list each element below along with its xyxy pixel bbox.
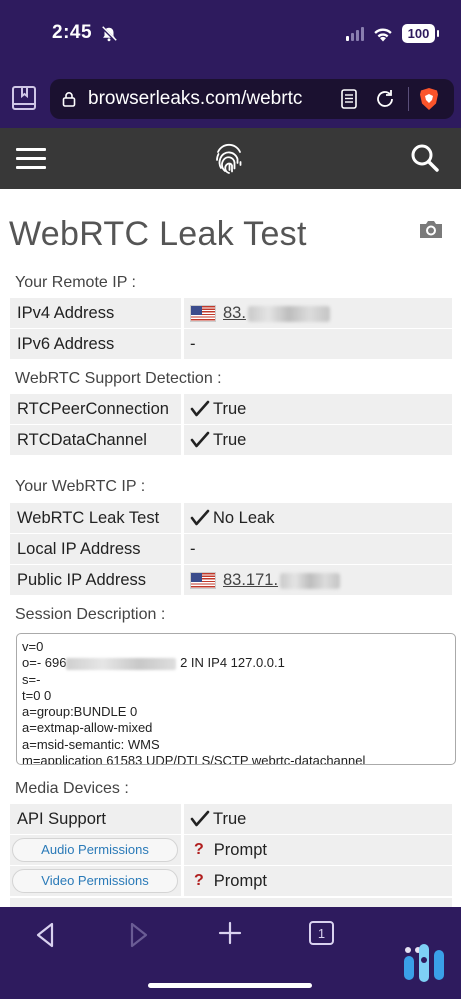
address-bar[interactable]: browserleaks.com/webrtc: [50, 79, 454, 119]
tabs-count-button[interactable]: 1: [309, 921, 334, 945]
section-media-devices: Media Devices :: [15, 780, 129, 797]
us-flag-icon: [190, 571, 216, 589]
row-value: 83.: [184, 298, 452, 328]
row-label: RTCDataChannel: [17, 431, 147, 449]
check-icon: [190, 431, 210, 448]
back-icon[interactable]: [32, 921, 60, 949]
row-label: Local IP Address: [17, 540, 141, 558]
question-mark-icon: ?: [194, 872, 204, 889]
brave-shield-icon[interactable]: [416, 86, 442, 112]
check-icon: [190, 509, 210, 526]
sdp-line: o=- 696 2 IN IP4 127.0.0.1: [22, 655, 285, 671]
check-icon: [190, 400, 210, 417]
row-label: API Support: [17, 810, 106, 828]
row-label: RTCPeerConnection: [17, 400, 169, 418]
row-label: WebRTC Leak Test: [17, 509, 160, 527]
row-label: IPv4 Address: [17, 304, 115, 322]
row-value: ? Prompt: [184, 866, 452, 896]
check-icon: [190, 810, 210, 827]
video-permissions-button[interactable]: Video Permissions: [12, 869, 178, 893]
menu-icon[interactable]: [16, 148, 46, 170]
forward-icon[interactable]: [124, 921, 152, 949]
sdp-line: s=-: [22, 671, 41, 687]
section-remote-ip: Your Remote IP :: [15, 274, 136, 291]
us-flag-icon: [190, 304, 216, 322]
row-value: 83.171.: [184, 565, 452, 595]
audio-permissions-button[interactable]: Audio Permissions: [12, 838, 178, 862]
row-label: Public IP Address: [17, 571, 147, 589]
row-value: ? Prompt: [184, 835, 452, 865]
row-value: True: [184, 804, 452, 834]
row-value: -: [190, 335, 196, 353]
table-row-local-ip: Local IP Address -: [10, 534, 452, 564]
sdp-line: v=0: [22, 639, 44, 654]
status-right-group: 100: [346, 24, 439, 43]
bell-muted-icon: [101, 26, 117, 42]
sdp-line: a=msid-semantic: WMS: [22, 736, 160, 752]
row-value: True: [184, 394, 452, 424]
section-webrtc-support: WebRTC Support Detection :: [15, 370, 222, 387]
sdp-line: a=group:BUNDLE 0: [22, 704, 138, 720]
url-text[interactable]: browserleaks.com/webrtc: [88, 88, 302, 110]
table-row-ipv4: IPv4 Address 83.: [10, 298, 452, 328]
cellular-signal-icon: [346, 26, 364, 41]
section-webrtc-ip: Your WebRTC IP :: [15, 478, 146, 495]
table-row-api-support: API Support True: [10, 804, 452, 834]
page-title: WebRTC Leak Test: [9, 215, 307, 253]
camera-icon[interactable]: [418, 218, 444, 240]
table-row-public-ip: Public IP Address 83.171.: [10, 565, 452, 595]
section-session-description: Session Description :: [15, 606, 166, 623]
table-row-leak-test: WebRTC Leak Test No Leak: [10, 503, 452, 533]
lock-icon: [62, 92, 76, 107]
row-label-cell: Video Permissions: [10, 866, 181, 896]
search-icon[interactable]: [409, 142, 441, 174]
home-indicator[interactable]: [148, 983, 312, 988]
reload-icon[interactable]: [374, 88, 396, 110]
question-mark-icon: ?: [194, 841, 204, 858]
table-row-rtcdatachannel: RTCDataChannel True: [10, 425, 452, 455]
fingerprint-logo-icon[interactable]: [213, 140, 245, 176]
new-tab-plus-icon[interactable]: [216, 919, 244, 947]
sdp-line: a=extmap-allow-mixed: [22, 720, 153, 736]
browser-top-chrome: 2:45 100 browserleaks.com/webrtc: [0, 0, 461, 128]
sdp-line: m=application 61583 UDP/DTLS/SCTP webrtc…: [22, 753, 366, 765]
ipv4-link[interactable]: 83.: [223, 298, 330, 328]
watermark-logo-icon: [404, 944, 444, 982]
url-divider: [408, 87, 409, 111]
row-label: IPv6 Address: [17, 335, 115, 353]
table-row-ipv6: IPv6 Address -: [10, 329, 452, 359]
status-time: 2:45: [52, 22, 93, 43]
reader-mode-icon[interactable]: [338, 88, 360, 110]
row-value: No Leak: [184, 503, 452, 533]
table-row-audio-permissions: Audio Permissions ? Prompt: [10, 835, 452, 865]
table-row-rtcpeerconnection: RTCPeerConnection True: [10, 394, 452, 424]
wifi-icon: [374, 27, 392, 41]
row-value: True: [184, 425, 452, 455]
bookmarks-icon[interactable]: [10, 84, 38, 112]
battery-indicator: 100: [402, 24, 439, 43]
sdp-line: t=0 0: [22, 687, 52, 703]
sdp-textarea[interactable]: v=0 o=- 696 2 IN IP4 127.0.0.1 s=- t=0 0…: [16, 633, 456, 765]
row-value: -: [190, 540, 196, 558]
row-label-cell: Audio Permissions: [10, 835, 181, 865]
table-row-video-permissions: Video Permissions ? Prompt: [10, 866, 452, 896]
site-header: [0, 128, 461, 189]
public-ip-link[interactable]: 83.171.: [223, 565, 341, 595]
